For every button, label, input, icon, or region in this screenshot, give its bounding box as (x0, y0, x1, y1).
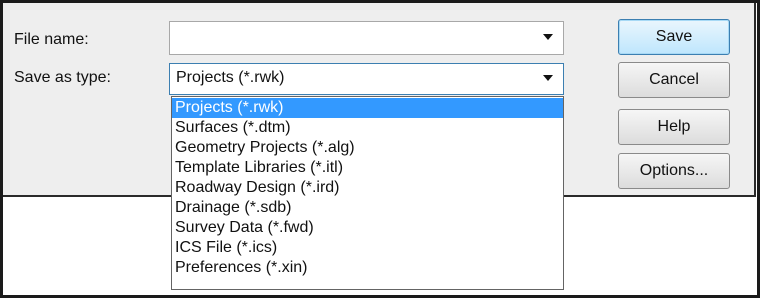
dropdown-option[interactable]: ICS File (*.ics) (172, 238, 563, 258)
save-button[interactable]: Save (618, 19, 730, 55)
dropdown-option[interactable]: Drainage (*.sdb) (172, 198, 563, 218)
chevron-down-icon[interactable] (543, 75, 553, 81)
dropdown-option[interactable]: Projects (*.rwk) (172, 98, 563, 118)
save-as-type-combobox[interactable]: Projects (*.rwk) (169, 63, 564, 95)
help-button[interactable]: Help (618, 109, 730, 145)
cancel-button[interactable]: Cancel (618, 62, 730, 98)
save-as-type-value[interactable]: Projects (*.rwk) (176, 69, 284, 87)
file-name-combobox[interactable] (169, 21, 564, 55)
file-name-label: File name: (14, 31, 89, 48)
dropdown-option[interactable]: Surfaces (*.dtm) (172, 118, 563, 138)
dropdown-option[interactable]: Survey Data (*.fwd) (172, 218, 563, 238)
save-as-type-dropdown-list[interactable]: Projects (*.rwk) Surfaces (*.dtm) Geomet… (171, 96, 564, 290)
chevron-down-icon[interactable] (543, 34, 553, 40)
options-button[interactable]: Options... (618, 153, 730, 189)
dropdown-option[interactable]: Roadway Design (*.ird) (172, 178, 563, 198)
dropdown-option[interactable]: Template Libraries (*.itl) (172, 158, 563, 178)
dialog-right-border (754, 3, 756, 197)
dropdown-option[interactable]: Preferences (*.xin) (172, 258, 563, 278)
dropdown-option[interactable]: Geometry Projects (*.alg) (172, 138, 563, 158)
save-as-type-label: Save as type: (14, 69, 111, 86)
